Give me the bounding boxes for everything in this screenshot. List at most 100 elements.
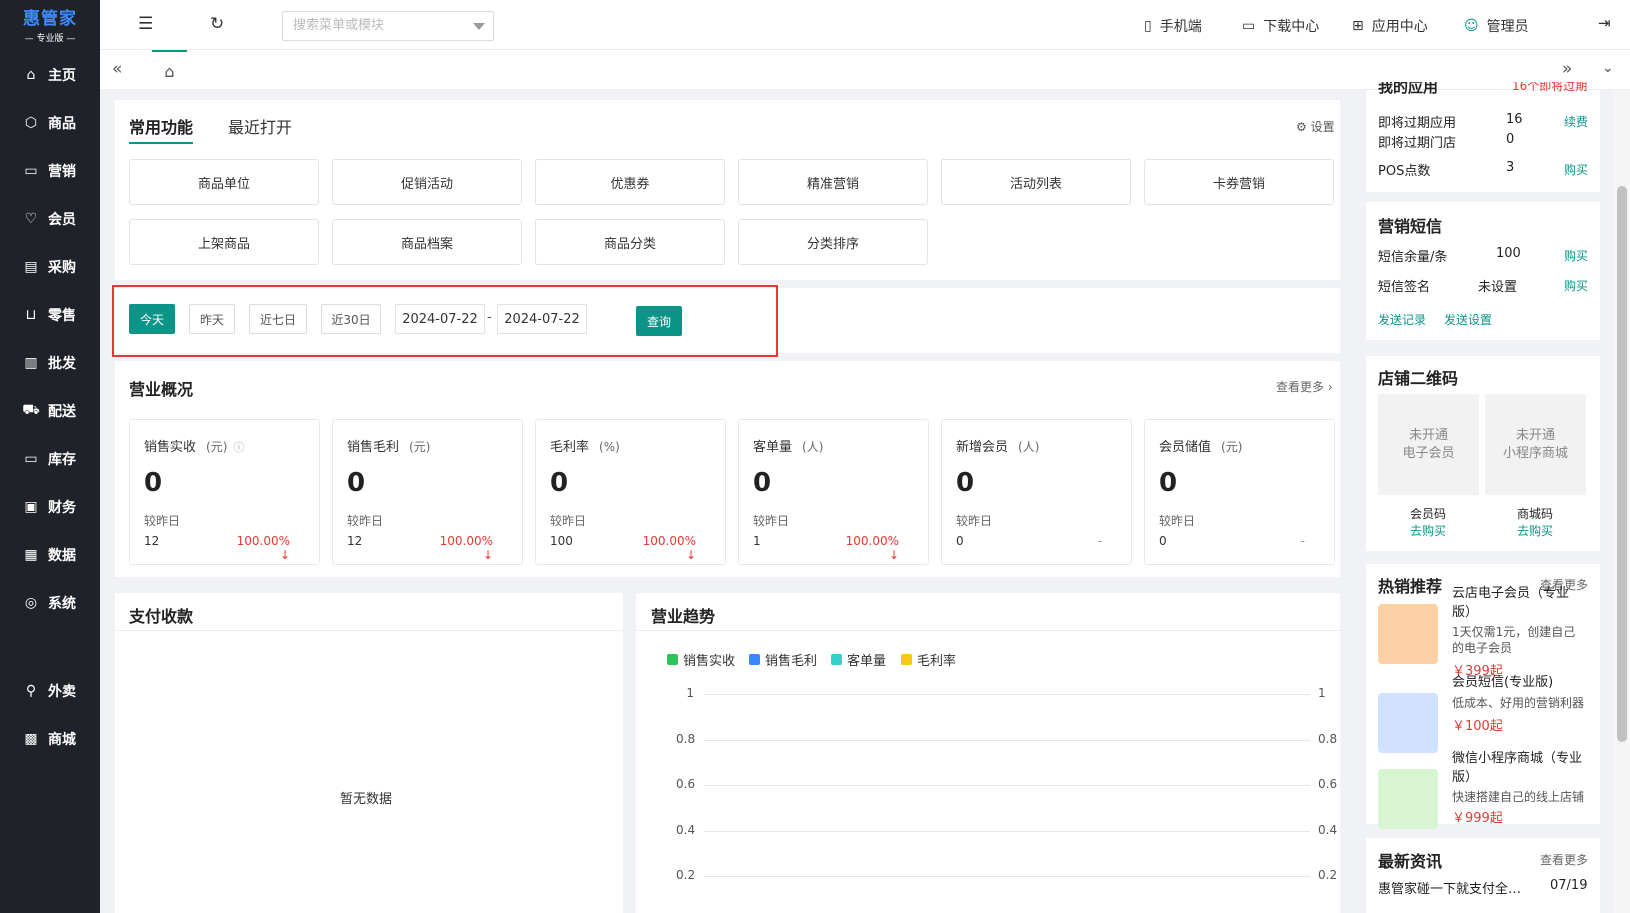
home-icon: ⌂ <box>26 67 36 83</box>
news-more-link[interactable]: 查看更多 <box>1540 851 1588 868</box>
function-button[interactable]: 上架商品 <box>129 219 319 265</box>
box-icon: ⬡ <box>24 115 38 131</box>
double-chevron-right-icon[interactable]: » <box>1562 59 1572 79</box>
legend-item[interactable]: 销售实收 <box>667 650 735 669</box>
double-chevron-left-icon[interactable]: « <box>112 59 122 79</box>
sidebar-item-2[interactable]: ▭ 营销 <box>0 151 100 191</box>
sidebar-item-3[interactable]: ♡ 会员 <box>0 199 100 239</box>
change-percent: 100.00% ↓ <box>642 534 696 562</box>
sidebar-item-13[interactable]: ▩ 商城 <box>0 719 100 759</box>
download-center-link[interactable]: ▭ 下载中心 <box>1242 16 1319 36</box>
phone-icon: ▯ <box>1144 18 1152 34</box>
metric-name: 会员储值 <box>1159 440 1212 455</box>
home-icon: ⌂ <box>164 61 175 81</box>
overview-title: 营业概况 <box>129 380 194 399</box>
metric-value: 0 <box>753 468 772 498</box>
app-row-label: 即将过期门店 <box>1378 136 1457 151</box>
sidebar-item-0[interactable]: ⌂ 主页 <box>0 55 100 95</box>
previous-value: 12 <box>144 534 160 548</box>
function-button[interactable]: 商品分类 <box>535 219 725 265</box>
legend-item[interactable]: 客单量 <box>831 650 886 669</box>
metric-unit: (人) <box>1018 440 1040 454</box>
metric-label: 销售实收 (元) ⓘ <box>144 436 244 455</box>
send-log-link[interactable]: 发送记录 <box>1378 311 1426 328</box>
change-percent: 100.00% ↓ <box>845 534 899 562</box>
app-row-action[interactable]: 购买 <box>1564 161 1588 178</box>
app-row-action[interactable]: 续费 <box>1564 113 1588 130</box>
payment-title: 支付收款 <box>129 607 194 626</box>
settings-link[interactable]: ⚙ 设置 <box>1296 118 1335 135</box>
sidebar-item-10[interactable]: ▦ 数据 <box>0 535 100 575</box>
scrollbar-thumb[interactable] <box>1617 186 1627 742</box>
qr-buy-link[interactable]: 去购买 <box>1485 522 1585 539</box>
function-button[interactable]: 分类排序 <box>738 219 928 265</box>
qr-line1: 未开通 <box>1408 427 1448 443</box>
admin-menu[interactable]: ☺ 管理员 <box>1464 16 1529 36</box>
function-button[interactable]: 卡券营销 <box>1144 159 1334 205</box>
product-title[interactable]: 会员短信(专业版) <box>1452 673 1587 692</box>
function-button[interactable]: 活动列表 <box>941 159 1131 205</box>
previous-value: 1 <box>753 534 761 548</box>
sidebar-item-8[interactable]: ▭ 库存 <box>0 439 100 479</box>
help-icon[interactable]: ⓘ <box>233 441 244 454</box>
qr-line1: 未开通 <box>1515 427 1555 443</box>
product-title[interactable]: 云店电子会员（专业版） <box>1452 584 1587 622</box>
scrollbar[interactable] <box>1614 90 1630 913</box>
sidebar-item-7[interactable]: ⛟ 配送 <box>0 391 100 431</box>
hot-title: 热销推荐 <box>1378 577 1443 596</box>
product-desc: 低成本、好用的营销利器 <box>1452 696 1585 710</box>
active-tab-indicator <box>129 142 193 144</box>
sms-row-action[interactable]: 购买 <box>1564 277 1588 294</box>
logo-name: 惠管家 <box>23 9 77 29</box>
sms-row-value: 未设置 <box>1478 280 1518 295</box>
sms-row-action[interactable]: 购买 <box>1564 247 1588 264</box>
previous-value: 100 <box>550 534 573 548</box>
product-thumbnail[interactable] <box>1378 693 1438 753</box>
function-button[interactable]: 优惠券 <box>535 159 725 205</box>
function-button[interactable]: 商品档案 <box>332 219 522 265</box>
bike-icon: ⚲ <box>25 683 37 699</box>
sidebar-item-9[interactable]: ▣ 财务 <box>0 487 100 527</box>
sidebar-item-4[interactable]: ▤ 采购 <box>0 247 100 287</box>
overview-more-link[interactable]: 查看更多 › <box>1276 378 1333 395</box>
function-button[interactable]: 商品单位 <box>129 159 319 205</box>
product-title[interactable]: 微信小程序商城（专业版） <box>1452 749 1587 787</box>
send-settings-link[interactable]: 发送设置 <box>1444 311 1492 328</box>
legend-item[interactable]: 销售毛利 <box>749 650 817 669</box>
sidebar-item-label: 商城 <box>48 732 76 748</box>
change-percent: 100.00% ↓ <box>236 534 290 562</box>
grid-line <box>704 830 1310 832</box>
sidebar-item-label: 批发 <box>48 356 76 372</box>
sidebar-item-5[interactable]: ⊔ 零售 <box>0 295 100 335</box>
sidebar-item-1[interactable]: ⬡ 商品 <box>0 103 100 143</box>
refresh-icon[interactable]: ↻ <box>210 14 224 34</box>
sidebar-item-12[interactable]: ⚲ 外卖 <box>0 671 100 711</box>
truck-icon: ⛟ <box>22 402 40 418</box>
gear-icon: ⚙ <box>1296 120 1307 134</box>
my-apps-title: 我的应用 <box>1378 82 1439 96</box>
legend-item[interactable]: 毛利率 <box>901 650 956 669</box>
logout-icon[interactable]: ⇥ <box>1598 14 1611 32</box>
sidebar-item-11[interactable]: ◎ 系统 <box>0 583 100 623</box>
product-thumbnail[interactable] <box>1378 604 1438 664</box>
news-title-item[interactable]: 惠管家碰一下就支付全… <box>1378 878 1533 897</box>
legend-label: 销售毛利 <box>765 654 818 669</box>
product-thumbnail[interactable] <box>1378 769 1438 829</box>
qr-buy-link[interactable]: 去购买 <box>1378 522 1478 539</box>
finance-icon: ▣ <box>24 499 38 515</box>
mobile-link[interactable]: ▯ 手机端 <box>1144 16 1202 36</box>
home-tab[interactable]: ⌂ <box>152 50 187 90</box>
function-button[interactable]: 促销活动 <box>332 159 522 205</box>
menu-search-input[interactable]: 搜索菜单或模块 <box>282 11 494 41</box>
function-button[interactable]: 精准营销 <box>738 159 928 205</box>
sidebar-item-6[interactable]: ▥ 批发 <box>0 343 100 383</box>
app-logo[interactable]: 惠管家 — 专业版 — <box>0 0 100 48</box>
tab-recent[interactable]: 最近打开 <box>228 114 292 138</box>
menu-collapse-icon[interactable]: ☰ <box>138 14 153 34</box>
chevron-down-icon[interactable]: ⌄ <box>1602 60 1614 76</box>
tab-common[interactable]: 常用功能 <box>129 114 193 138</box>
metric-unit: (人) <box>802 440 824 454</box>
metric-card: 销售毛利 (元) 0 较昨日 12 100.00% ↓ <box>332 419 523 565</box>
sidebar-item-label: 财务 <box>48 500 76 516</box>
app-center-link[interactable]: ⊞ 应用中心 <box>1352 16 1428 36</box>
